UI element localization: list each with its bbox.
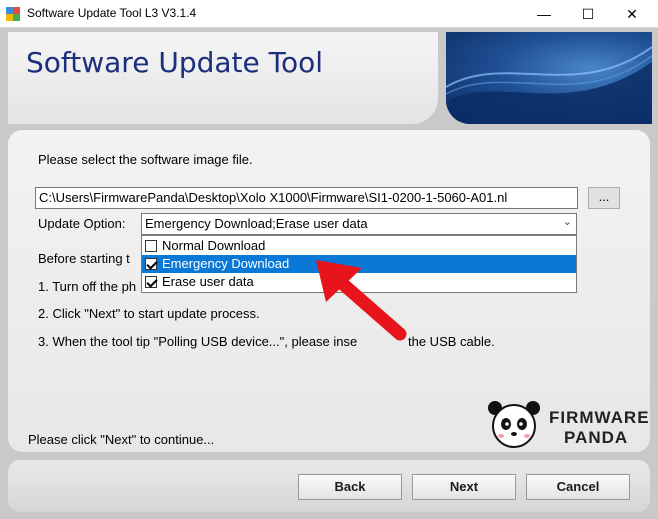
title-bar: Software Update Tool L3 V3.1.4 — ☐ ✕ [0,0,658,28]
checkbox-icon[interactable] [145,240,157,252]
logo-text-panda: PANDA [564,428,629,447]
update-option-combobox[interactable]: Emergency Download;Erase user data ⌄ [141,213,577,235]
step-1-text: 1. Turn off the ph [38,279,137,294]
close-button[interactable]: ✕ [610,0,654,28]
next-button[interactable]: Next [412,474,516,500]
minimize-button[interactable]: — [522,0,566,28]
chevron-down-icon[interactable]: ⌄ [563,215,572,228]
red-arrow-annotation [316,260,407,341]
cancel-button[interactable]: Cancel [526,474,630,500]
header-panel: Software Update Tool [8,32,438,124]
select-prompt: Please select the software image file. [38,152,253,167]
header-title: Software Update Tool [26,46,324,79]
image-path-input[interactable]: C:\Users\FirmwarePanda\Desktop\Xolo X100… [35,187,578,209]
before-starting-text: Before starting t [38,251,130,266]
header-banner-image [446,32,652,124]
option-label: Normal Download [162,238,266,253]
option-label: Erase user data [162,274,254,289]
checkbox-checked-icon[interactable] [145,276,157,288]
back-button[interactable]: Back [298,474,402,500]
continue-text: Please click "Next" to continue... [28,432,215,447]
app-icon [6,7,20,21]
step-3-text-b: the USB cable. [408,334,495,349]
maximize-button[interactable]: ☐ [566,0,610,28]
browse-button[interactable]: ... [588,187,620,209]
update-option-label: Update Option: [38,216,126,231]
option-label: Emergency Download [162,256,290,271]
wave-graphic [446,46,652,124]
checkbox-checked-icon[interactable] [145,258,157,270]
update-option-value: Emergency Download;Erase user data [145,216,368,231]
step-2-text: 2. Click "Next" to start update process. [38,306,260,321]
logo-text-firmware: FIRMWARE [549,408,650,427]
window-title: Software Update Tool L3 V3.1.4 [27,6,197,20]
